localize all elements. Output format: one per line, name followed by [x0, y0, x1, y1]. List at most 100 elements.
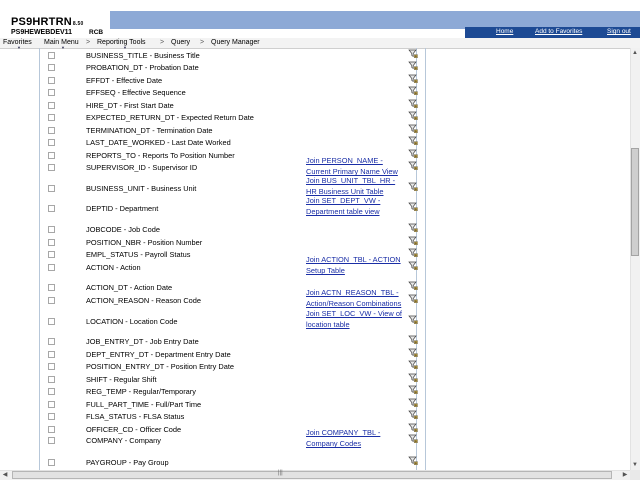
scroll-left-arrow[interactable]: ◀ — [0, 470, 10, 480]
field-name-label: OFFICER_CD - Officer Code — [86, 425, 182, 434]
field-select-checkbox[interactable] — [48, 114, 55, 121]
add-criteria-icon[interactable] — [408, 223, 418, 233]
field-select-checkbox[interactable] — [48, 77, 55, 84]
field-select-checkbox[interactable] — [48, 226, 55, 233]
field-select-checkbox[interactable] — [48, 52, 55, 59]
scroll-up-arrow[interactable]: ▲ — [630, 48, 640, 58]
field-select-checkbox[interactable] — [48, 127, 55, 134]
join-record-link[interactable]: Join SET_LOC_VW - View of location table — [306, 308, 402, 331]
join-link-line: Join COMPANY_TBL - — [306, 428, 381, 437]
field-name-label: ACTION - Action — [86, 263, 141, 272]
field-name-label: PROBATION_DT - Probation Date — [86, 63, 199, 72]
field-name-label: LAST_DATE_WORKED - Last Date Worked — [86, 138, 231, 147]
add-criteria-icon[interactable] — [408, 398, 418, 408]
field-name-label: BUSINESS_TITLE - Business Title — [86, 51, 200, 60]
field-select-checkbox[interactable] — [48, 437, 55, 444]
field-select-checkbox[interactable] — [48, 363, 55, 370]
system-version: 8.50 — [72, 21, 84, 27]
field-select-checkbox[interactable] — [48, 318, 55, 325]
field-select-checkbox[interactable] — [48, 376, 55, 383]
add-criteria-icon[interactable] — [408, 248, 418, 258]
add-criteria-icon[interactable] — [408, 74, 418, 84]
system-name: PS9HRTRN8.50 — [11, 16, 83, 28]
add-criteria-icon[interactable] — [408, 61, 418, 71]
scroll-down-arrow[interactable]: ▼ — [630, 460, 640, 470]
field-name-label: DEPTID - Department — [86, 204, 159, 213]
field-select-checkbox[interactable] — [48, 185, 55, 192]
nav-query-manager[interactable]: Query Manager — [211, 39, 260, 46]
grid-right-border — [425, 48, 426, 470]
field-name-label: COMPANY - Company — [86, 436, 161, 445]
add-criteria-icon[interactable] — [408, 410, 418, 420]
field-name-label: DEPT_ENTRY_DT - Department Entry Date — [86, 350, 231, 359]
field-name-label: POSITION_ENTRY_DT - Position Entry Date — [86, 362, 234, 371]
add-criteria-icon[interactable] — [408, 385, 418, 395]
add-criteria-icon[interactable] — [408, 99, 418, 109]
join-record-link[interactable]: Join COMPANY_TBL - Company Codes — [306, 427, 380, 450]
join-record-link[interactable]: Join ACTION_TBL - ACTION Setup Table — [306, 254, 401, 277]
vertical-scrollbar[interactable] — [630, 48, 640, 470]
add-criteria-icon[interactable] — [408, 161, 418, 171]
field-select-checkbox[interactable] — [48, 152, 55, 159]
add-to-favorites-link[interactable]: Add to Favorites — [535, 28, 582, 35]
nav-reporting-tools[interactable]: Reporting Tools — [97, 39, 146, 46]
add-criteria-icon[interactable] — [408, 423, 418, 433]
add-criteria-icon[interactable] — [408, 294, 418, 304]
add-criteria-icon[interactable] — [408, 315, 418, 325]
field-select-checkbox[interactable] — [48, 102, 55, 109]
field-name-label: LOCATION - Location Code — [86, 317, 178, 326]
home-link[interactable]: Home — [496, 28, 513, 35]
field-name-label: EFFSEQ - Effective Sequence — [86, 88, 186, 97]
field-select-checkbox[interactable] — [48, 284, 55, 291]
join-record-link[interactable]: Join ACTN_REASON_TBL - Action/Reason Comb… — [306, 287, 401, 310]
field-name-label: SUPERVISOR_ID - Supervisor ID — [86, 163, 198, 172]
field-select-checkbox[interactable] — [48, 239, 55, 246]
nav-query[interactable]: Query — [171, 39, 190, 46]
join-link-line: location table — [306, 320, 350, 330]
add-criteria-icon[interactable] — [408, 360, 418, 370]
field-select-checkbox[interactable] — [48, 251, 55, 258]
system-id: PS9HRTRN — [11, 16, 72, 28]
field-select-checkbox[interactable] — [48, 139, 55, 146]
field-select-checkbox[interactable] — [48, 297, 55, 304]
field-select-checkbox[interactable] — [48, 205, 55, 212]
add-criteria-icon[interactable] — [408, 236, 418, 246]
field-select-checkbox[interactable] — [48, 89, 55, 96]
add-criteria-icon[interactable] — [408, 111, 418, 121]
join-record-link[interactable]: Join SET_DEPT_VW - Department table view — [306, 195, 380, 218]
add-criteria-icon[interactable] — [408, 281, 418, 291]
join-link-line: Join PERSON_NAME - — [306, 156, 383, 165]
field-select-checkbox[interactable] — [48, 164, 55, 171]
vertical-scroll-thumb[interactable] — [631, 148, 639, 256]
field-select-checkbox[interactable] — [48, 351, 55, 358]
add-criteria-icon[interactable] — [408, 136, 418, 146]
add-criteria-icon[interactable] — [408, 348, 418, 358]
field-name-label: FLSA_STATUS - FLSA Status — [86, 412, 185, 421]
field-select-checkbox[interactable] — [48, 426, 55, 433]
join-link-line: Join SET_LOC_VW - View of — [306, 309, 402, 318]
field-select-checkbox[interactable] — [48, 388, 55, 395]
field-select-checkbox[interactable] — [48, 64, 55, 71]
scroll-right-arrow[interactable]: ▶ — [620, 470, 630, 480]
database-name: PS9HEWEBDEV11 — [11, 29, 73, 36]
add-criteria-icon[interactable] — [408, 86, 418, 96]
field-select-checkbox[interactable] — [48, 338, 55, 345]
horizontal-scroll-thumb[interactable] — [12, 471, 612, 479]
field-select-checkbox[interactable] — [48, 264, 55, 271]
join-link-line: Setup Table — [306, 266, 345, 276]
add-criteria-icon[interactable] — [408, 202, 418, 212]
add-criteria-icon[interactable] — [408, 182, 418, 192]
add-criteria-icon[interactable] — [408, 124, 418, 134]
add-criteria-icon[interactable] — [408, 49, 418, 59]
add-criteria-icon[interactable] — [408, 149, 418, 159]
field-select-checkbox[interactable] — [48, 413, 55, 420]
add-criteria-icon[interactable] — [408, 456, 418, 466]
add-criteria-icon[interactable] — [408, 261, 418, 271]
sign-out-link[interactable]: Sign out — [607, 28, 631, 35]
add-criteria-icon[interactable] — [408, 434, 418, 444]
field-select-checkbox[interactable] — [48, 401, 55, 408]
add-criteria-icon[interactable] — [408, 335, 418, 345]
join-link-line: Company Codes — [306, 439, 362, 449]
add-criteria-icon[interactable] — [408, 373, 418, 383]
field-select-checkbox[interactable] — [48, 459, 55, 466]
